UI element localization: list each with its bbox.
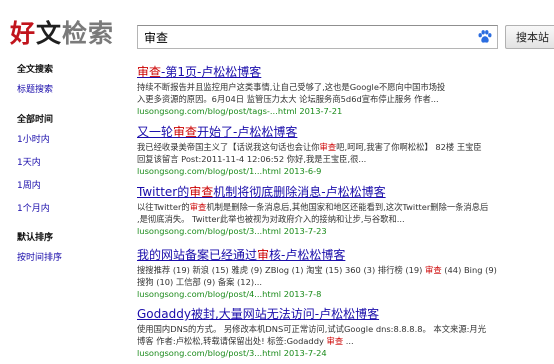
text-run: 核-卢松松博客 xyxy=(269,248,346,262)
highlighted-keyword: 审查 xyxy=(189,202,207,212)
snippet-line: 持续不断报告并且监控用户这类事情,让自己受够了,这也是Google不愿向中国市场… xyxy=(137,82,554,94)
sidebar-link-title-search[interactable]: 标题搜索 xyxy=(17,83,117,97)
text-run: Godaddy被封,大量网站无法访问-卢松松博客 xyxy=(137,307,380,321)
text-run: 搜搜推荐 (19) 新浪 (15) 雅虎 (9) ZBlog (1) 淘宝 (1… xyxy=(137,265,426,275)
text-run: 持续不断报告并且监控用户这类事情,让自己受够了,这也是Google不愿向中国市场… xyxy=(137,82,446,92)
sidebar-heading-full-text: 全文搜索 xyxy=(17,65,54,75)
search-site-button[interactable]: 搜本站 xyxy=(505,25,554,49)
snippet-line: 以往Twitter的审查机制是删除一条消息后,其他国家和地区还能看到,这次Twi… xyxy=(137,202,554,214)
result-title[interactable]: 又一轮审查开始了-卢松松博客 xyxy=(137,125,554,140)
result-snippet: 搜搜推荐 (19) 新浪 (15) 雅虎 (9) ZBlog (1) 淘宝 (1… xyxy=(137,265,554,288)
result-snippet: 使用国内DNS的方式。 另修改本机DNS可正常访问,试试Google dns:8… xyxy=(137,324,554,347)
search-input[interactable] xyxy=(138,26,468,48)
highlighted-keyword: 审查 xyxy=(189,185,214,199)
text-run: 机制是删除一条消息后,其他国家和地区还能看到,这次Twitter删除一条消息后 xyxy=(206,202,489,212)
result-title[interactable]: 我的网站备案已经通过审核-卢松松博客 xyxy=(137,248,554,263)
text-run: 我的网站备案已经通过 xyxy=(137,248,258,262)
sidebar-link-1-week[interactable]: 1周内 xyxy=(17,179,117,193)
text-run: 博客 作者:卢松松,转载请保留出处! 标签:Godaddy xyxy=(137,335,327,346)
result-url: lusongsong.com/blog/post/1...html 2013-6… xyxy=(137,166,322,176)
result-url: lusongsong.com/blog/post/3...html 2013-7… xyxy=(137,348,327,358)
sidebar-heading-all-time: 全部时间 xyxy=(17,115,54,125)
text-run: 入更多资源的原因。6月04日 监管压力太大 论坛服务商5d6d宣布停止服务 作者… xyxy=(137,93,439,104)
sidebar-link-1-day[interactable]: 1天内 xyxy=(17,156,117,170)
result-url: lusongsong.com/blog/post/4...html 2013-7… xyxy=(137,289,322,299)
text-run: 回复该留言 Post:2011-11-4 12:06:52 你好,我是王宝臣,很… xyxy=(137,153,367,164)
snippet-line: ,是彻底消失。 Twitter此举也被视为对政府介入的接纳和让步,与谷歌和... xyxy=(137,214,554,226)
result-snippet: 我已经收录美帝国主义了【话说我这句话也会让你审查吧,呵呵,我害了你啊松松】 82… xyxy=(137,142,554,165)
sidebar-group-sort: 默认排序 按时间排序 xyxy=(17,231,117,265)
text-run: 机制将彻底删除消息-卢松松博客 xyxy=(213,185,386,199)
result-item: 审查-第1页-卢松松博客 持续不断报告并且监控用户这类事情,让自己受够了,这也是… xyxy=(137,65,554,117)
snippet-line: 回复该留言 Post:2011-11-4 12:06:52 你好,我是王宝臣,很… xyxy=(137,154,554,166)
result-url: lusongsong.com/blog/post/tags-...html 20… xyxy=(137,106,343,116)
text-run: 吧,呵呵,我害了你啊松松】 82楼 王宝臣 xyxy=(336,142,482,152)
text-run: ... xyxy=(343,335,354,346)
text-run: 使用国内DNS的方式。 另修改本机DNS可正常访问,试试Google dns:8… xyxy=(137,324,487,334)
result-url: lusongsong.com/blog/post/3...html 2013-7… xyxy=(137,226,327,236)
text-run: (44) Bing (9) xyxy=(441,265,497,275)
sidebar-link-1-hour[interactable]: 1小时内 xyxy=(17,133,117,147)
snippet-line: 使用国内DNS的方式。 另修改本机DNS可正常访问,试试Google dns:8… xyxy=(137,324,554,336)
highlighted-keyword: 审查 xyxy=(319,142,337,152)
site-logo[interactable]: 好文检索 xyxy=(10,15,122,49)
highlighted-keyword: 审 xyxy=(257,248,270,262)
result-title[interactable]: Twitter的审查机制将彻底删除消息-卢松松博客 xyxy=(137,185,554,200)
snippet-line: 入更多资源的原因。6月04日 监管压力太大 论坛服务商5d6d宣布停止服务 作者… xyxy=(137,94,554,106)
highlighted-keyword: 审查 xyxy=(173,125,198,139)
result-item: 又一轮审查开始了-卢松松博客 我已经收录美帝国主义了【话说我这句话也会让你审查吧… xyxy=(137,125,554,177)
text-run: 搜狗 (10) 工信部 (9) 备案 (12)... xyxy=(137,276,262,287)
result-item: Twitter的审查机制将彻底删除消息-卢松松博客 以往Twitter的审查机制… xyxy=(137,185,554,237)
sidebar-link-sort-by-time[interactable]: 按时间排序 xyxy=(17,251,117,265)
snippet-line: 搜搜推荐 (19) 新浪 (15) 雅虎 (9) ZBlog (1) 淘宝 (1… xyxy=(137,265,554,277)
result-title[interactable]: 审查-第1页-卢松松博客 xyxy=(137,65,554,80)
text-run: 以往Twitter的 xyxy=(137,202,190,212)
snippet-line: 博客 作者:卢松松,转载请保留出处! 标签:Godaddy 审查 ... xyxy=(137,336,554,348)
result-item: Godaddy被封,大量网站无法访问-卢松松博客 使用国内DNS的方式。 另修改… xyxy=(137,307,554,359)
sidebar: 全文搜索 标题搜索 全部时间 1小时内 1天内 1周内 1个月内 默认排序 按时… xyxy=(17,63,117,265)
sidebar-group-search-scope: 全文搜索 标题搜索 xyxy=(17,63,117,97)
result-snippet: 持续不断报告并且监控用户这类事情,让自己受够了,这也是Google不愿向中国市场… xyxy=(137,82,554,105)
text-run: 开始了-卢松松博客 xyxy=(197,125,298,139)
snippet-line: 我已经收录美帝国主义了【话说我这句话也会让你审查吧,呵呵,我害了你啊松松】 82… xyxy=(137,142,554,154)
highlighted-keyword: 审查 xyxy=(137,65,162,79)
sidebar-link-1-month[interactable]: 1个月内 xyxy=(17,202,117,216)
result-item: 我的网站备案已经通过审核-卢松松博客 搜搜推荐 (19) 新浪 (15) 雅虎 … xyxy=(137,248,554,300)
sidebar-group-time: 全部时间 1小时内 1天内 1周内 1个月内 xyxy=(17,113,117,216)
result-snippet: 以往Twitter的审查机制是删除一条消息后,其他国家和地区还能看到,这次Twi… xyxy=(137,202,554,225)
logo-char-2: 文 xyxy=(36,19,63,48)
search-box xyxy=(137,25,498,49)
highlighted-keyword: 审查 xyxy=(425,265,442,275)
result-title[interactable]: Godaddy被封,大量网站无法访问-卢松松博客 xyxy=(137,307,554,322)
sidebar-heading-default-sort: 默认排序 xyxy=(17,233,54,243)
text-run: 又一轮 xyxy=(137,125,174,139)
paw-icon[interactable] xyxy=(477,29,493,45)
text-run: ,是彻底消失。 Twitter此举也被视为对政府介入的接纳和让步,与谷歌和... xyxy=(137,213,405,224)
snippet-line: 搜狗 (10) 工信部 (9) 备案 (12)... xyxy=(137,277,554,289)
highlighted-keyword: 审查 xyxy=(326,335,344,346)
logo-char-1: 好 xyxy=(10,19,37,48)
text-run: Twitter的 xyxy=(137,185,190,199)
text-run: 我已经收录美帝国主义了【话说我这句话也会让你 xyxy=(137,142,320,152)
text-run: -第1页-卢松松博客 xyxy=(161,65,262,79)
logo-char-3: 检索 xyxy=(62,19,115,48)
